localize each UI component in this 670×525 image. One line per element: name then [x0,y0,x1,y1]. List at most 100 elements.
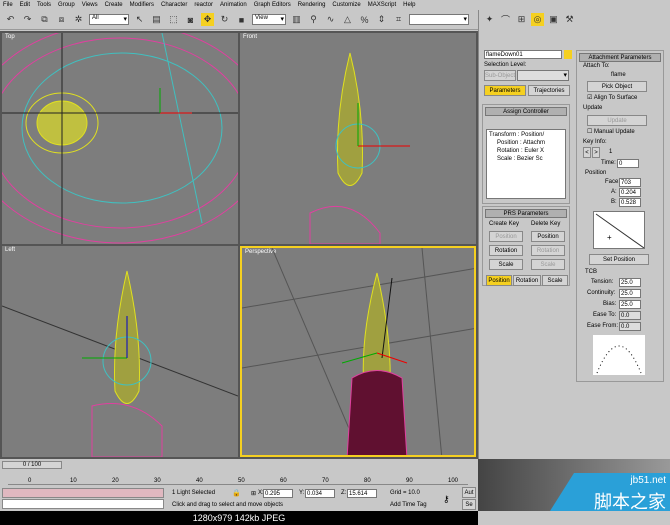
prev-key-button[interactable]: < [583,147,591,158]
auto-key-button[interactable]: Aut [462,487,476,498]
sub-object-dropdown[interactable] [517,70,569,81]
create-rotation-key-button[interactable]: Rotation [489,245,523,256]
unlink-icon[interactable]: ⧈ [55,13,68,26]
create-scale-key-button[interactable]: Scale [489,259,523,270]
maxscript-listener-pink[interactable] [2,488,164,498]
menu-tools[interactable]: Tools [37,2,51,8]
spinner-snap-icon[interactable]: ⇕ [375,13,388,26]
face-spinner[interactable]: 703 [619,178,641,187]
move-icon[interactable]: ✥ [201,13,214,26]
add-time-tag-button[interactable]: Add Time Tag [390,502,427,508]
lock-icon[interactable]: 🔒 [232,489,241,497]
time-spinner[interactable]: 0 [617,159,639,168]
ease-from-spinner[interactable]: 0.0 [619,322,641,331]
tab-parameters[interactable]: Parameters [484,85,526,96]
viewport-front[interactable]: Front [240,33,476,244]
viewport-perspective[interactable]: Perspective [240,246,476,457]
tree-item[interactable]: Position : Attachm [497,140,545,146]
delete-rotation-key-button[interactable]: Rotation [531,245,565,256]
select-by-name-icon[interactable]: ▤ [150,13,163,26]
snap-3d-icon[interactable]: ∿ [324,13,337,26]
motion-tab-icon[interactable]: ◎ [531,13,544,26]
controller-tree[interactable]: Transform : Position/ Position : Attachm… [486,129,566,199]
named-selection-dropdown[interactable] [409,14,469,25]
a-spinner[interactable]: 0.204 [619,188,641,197]
region-select-icon[interactable]: ⬚ [167,13,180,26]
pivot-icon[interactable]: ▥ [290,13,303,26]
create-tab-icon[interactable]: ✦ [483,13,496,26]
menu-maxscript[interactable]: MAXScript [368,2,396,8]
tension-spinner[interactable]: 25.0 [619,278,641,287]
link-icon[interactable]: ⧉ [38,13,51,26]
delete-scale-key-button[interactable]: Scale [531,259,565,270]
update-button[interactable]: Update [587,115,647,126]
maxscript-listener-white[interactable] [2,499,164,509]
sub-object-button[interactable]: Sub-Object [484,70,516,81]
track-bar[interactable]: 0 10 20 30 40 50 60 70 80 90 100 [8,471,468,485]
z-coordinate-field[interactable]: 15.614 [347,489,377,498]
scale-icon[interactable]: ■ [235,13,248,26]
menu-edit[interactable]: Edit [20,2,30,8]
object-name-field[interactable]: flameDown01 [484,50,562,59]
continuity-spinner[interactable]: 25.0 [619,289,641,298]
tree-item[interactable]: Rotation : Euler X [497,148,544,154]
set-position-button[interactable]: Set Position [589,254,649,265]
menu-create[interactable]: Create [105,2,123,8]
time-slider[interactable]: 0 / 100 [2,461,62,469]
angle-snap-icon[interactable]: △ [341,13,354,26]
key-icon[interactable]: ⚷ [443,494,450,505]
menu-file[interactable]: File [3,2,13,8]
absolute-mode-icon[interactable]: ⊞ [251,490,256,497]
named-selection-icon[interactable]: ⌗ [392,13,405,26]
viewport-left[interactable]: Left [2,246,238,457]
menu-help[interactable]: Help [403,2,415,8]
menu-group[interactable]: Group [58,2,75,8]
delete-position-key-button[interactable]: Position [531,231,565,242]
menu-reactor[interactable]: reactor [194,2,213,8]
modify-tab-icon[interactable]: ⌒ [499,13,512,26]
menu-customize[interactable]: Customize [332,2,360,8]
menu-views[interactable]: Views [82,2,98,8]
utilities-tab-icon[interactable]: ⚒ [563,13,576,26]
next-key-button[interactable]: > [592,147,600,158]
menu-character[interactable]: Character [161,2,187,8]
select-icon[interactable]: ↖ [133,13,146,26]
undo-icon[interactable]: ↶ [4,13,17,26]
tree-item[interactable]: Scale : Bezier Sc [497,156,543,162]
bias-spinner[interactable]: 25.0 [619,300,641,309]
menu-rendering[interactable]: Rendering [298,2,326,8]
object-color-swatch[interactable] [564,50,572,59]
position-graph[interactable]: + [593,211,645,249]
percent-snap-icon[interactable]: % [358,13,371,26]
rollout-title[interactable]: PRS Parameters [485,209,567,218]
window-crossing-icon[interactable]: ◙ [184,13,197,26]
menu-animation[interactable]: Animation [220,2,247,8]
rollout-title[interactable]: Assign Controller [485,107,567,116]
manual-update-checkbox[interactable]: ☐ Manual Update [587,128,635,135]
selection-filter-dropdown[interactable]: All [89,14,129,25]
redo-icon[interactable]: ↷ [21,13,34,26]
bind-spacewarp-icon[interactable]: ✲ [72,13,85,26]
reference-coord-dropdown[interactable]: View [252,14,286,25]
rotation-tab[interactable]: Rotation [513,275,541,286]
y-coordinate-field[interactable]: 0.034 [305,489,335,498]
menu-modifiers[interactable]: Modifiers [130,2,154,8]
b-spinner[interactable]: 0.528 [619,198,641,207]
create-position-key-button[interactable]: Position [489,231,523,242]
set-key-button[interactable]: Se [462,499,476,510]
tree-item[interactable]: Transform : Position/ [489,132,544,138]
position-tab[interactable]: Position [486,275,512,286]
display-tab-icon[interactable]: ▣ [547,13,560,26]
scale-tab[interactable]: Scale [542,275,568,286]
rotate-icon[interactable]: ↻ [218,13,231,26]
menu-graph-editors[interactable]: Graph Editors [254,2,291,8]
pick-object-button[interactable]: Pick Object [587,81,647,92]
align-to-surface-checkbox[interactable]: ☑ Align To Surface [587,94,637,101]
hierarchy-tab-icon[interactable]: ⊞ [515,13,528,26]
manipulate-icon[interactable]: ⚲ [307,13,320,26]
ease-to-spinner[interactable]: 0.0 [619,311,641,320]
viewport-top[interactable]: Top [2,33,238,244]
x-coordinate-field[interactable]: 0.295 [263,489,293,498]
tab-trajectories[interactable]: Trajectories [528,85,570,96]
rollout-title[interactable]: Attachment Parameters [579,53,661,62]
